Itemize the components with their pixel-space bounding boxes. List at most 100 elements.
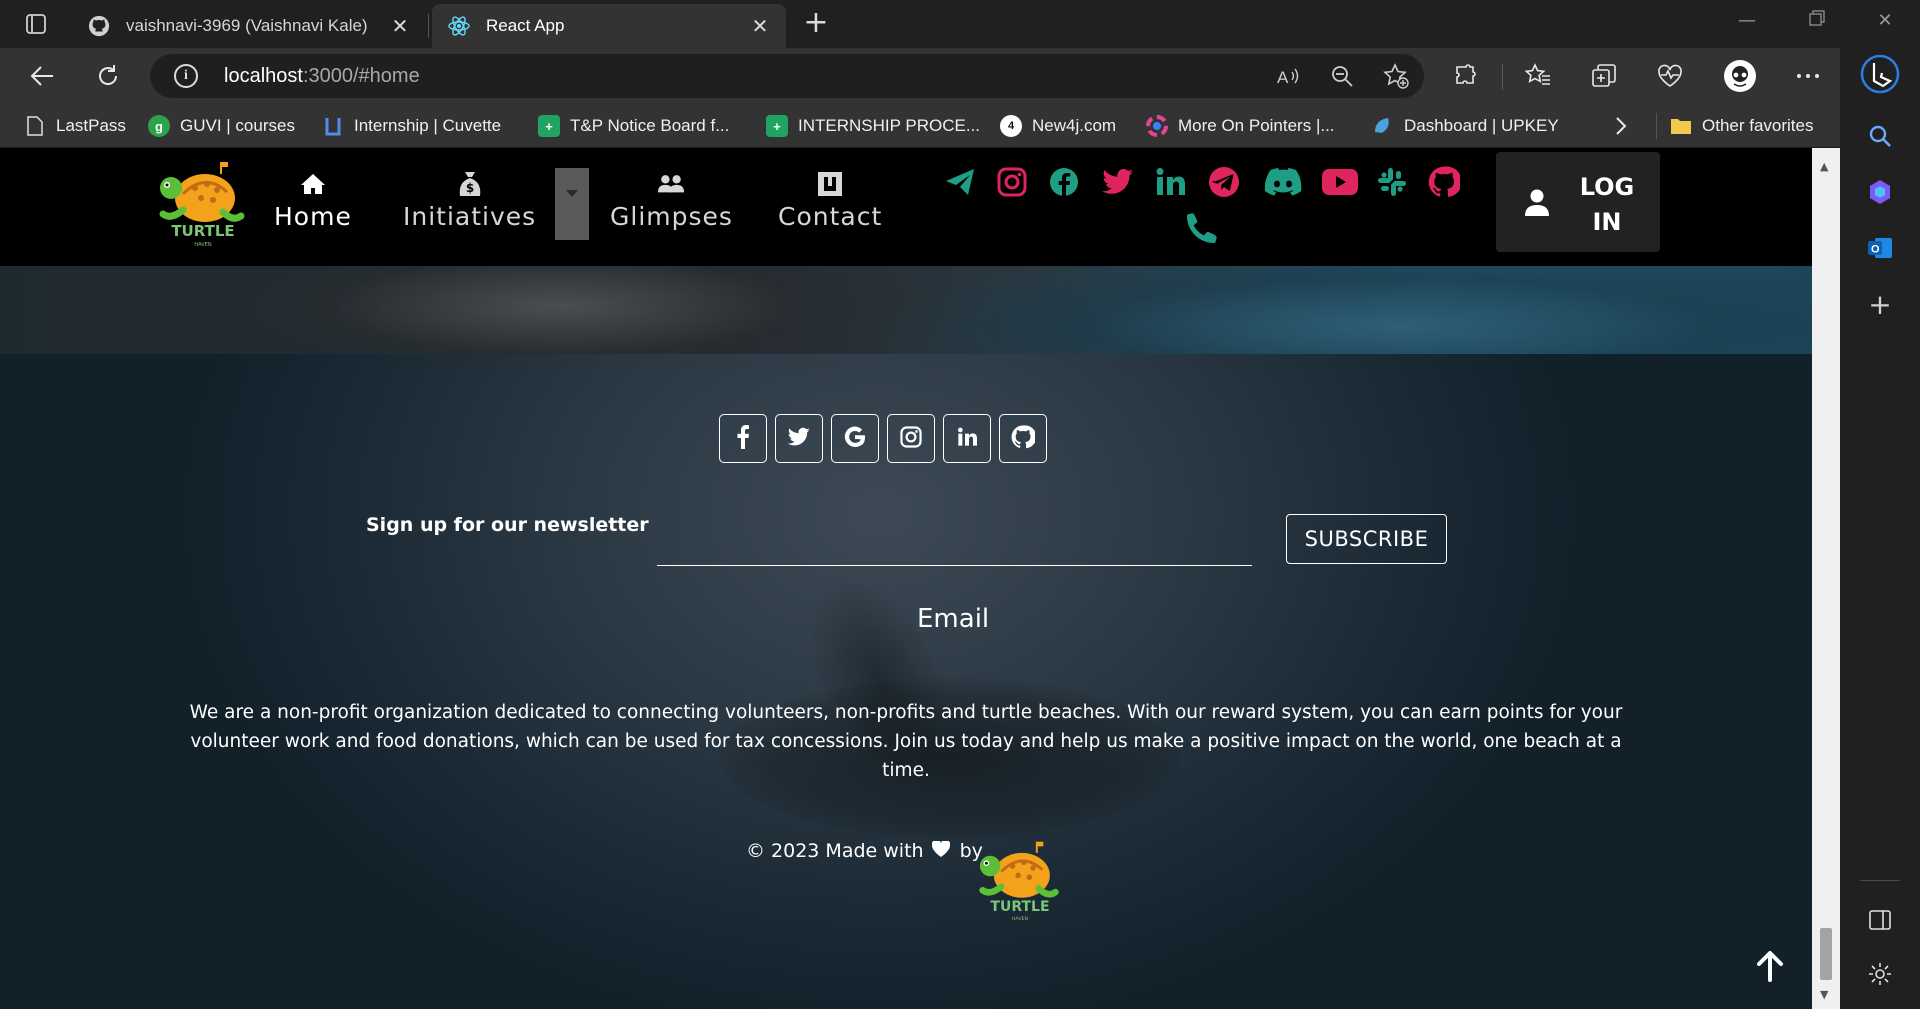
page-viewport: TURTLE HAVEN Home $ Initiatives Glimpses [0,148,1812,1009]
tab-github[interactable]: vaishnavi-3969 (Vaishnavi Kale) ✕ [72,4,426,48]
bookmark-lastpass[interactable]: LastPass [24,104,126,148]
footer-credit: © 2023 Made with by [746,839,983,862]
footer-github-button[interactable] [999,414,1047,463]
bing-icon[interactable] [1860,54,1900,94]
sidebar-divider [1860,880,1900,881]
read-aloud-icon[interactable]: A [1274,62,1302,90]
refresh-icon[interactable] [90,58,126,94]
url-text[interactable]: localhost:3000/#home [224,65,420,88]
site-info-icon[interactable]: i [174,64,198,88]
bookmark-label: Dashboard | UPKEY [1404,116,1559,135]
discord-icon[interactable] [1262,164,1304,200]
money-bag-icon: $ [456,170,484,198]
bookmark-tnp-notice[interactable]: + T&P Notice Board f... [538,104,729,148]
collections-icon[interactable] [1586,58,1622,94]
instagram-icon[interactable] [994,164,1030,200]
credit-prefix: © 2023 Made with [746,840,924,862]
edge-sidebar: O + [1840,48,1920,1009]
scroll-up-arrow-icon[interactable]: ▲ [1820,160,1828,173]
browser-essentials-icon[interactable] [1652,58,1688,94]
add-favorite-icon[interactable] [1382,62,1410,90]
bookmark-cuvette[interactable]: Internship | Cuvette [322,104,501,148]
footer-social-row [719,414,1047,463]
back-icon[interactable] [24,58,60,94]
youtube-icon[interactable] [1320,164,1360,200]
nav-label: Contact [778,202,883,231]
hide-sidebar-icon[interactable] [1860,900,1900,940]
add-sidebar-app-icon[interactable]: + [1860,284,1900,324]
bookmark-upkey[interactable]: Dashboard | UPKEY [1372,104,1559,148]
bookmarks-bar: LastPass g GUVI | courses Internship | C… [0,104,1840,148]
footer-google-button[interactable] [831,414,879,463]
bookmark-new4j[interactable]: 4 New4j.com [1000,104,1116,148]
profile-avatar[interactable] [1722,58,1758,94]
github-icon[interactable] [1426,164,1462,200]
bookmark-label: Internship | Cuvette [354,116,502,135]
nav-contact[interactable]: Contact [778,170,882,231]
favorites-icon[interactable] [1520,58,1556,94]
heart-icon [931,839,950,862]
react-icon [446,13,472,39]
close-tab-icon[interactable]: ✕ [748,14,772,39]
close-window-icon[interactable]: ✕ [1862,10,1908,38]
address-bar[interactable]: i localhost:3000/#home A [150,54,1424,98]
login-button[interactable]: LOG IN [1496,152,1660,252]
phone-icon[interactable] [1184,210,1220,246]
close-tab-icon[interactable]: ✕ [388,14,412,39]
more-icon[interactable] [1790,58,1826,94]
bookmark-guvi[interactable]: g GUVI | courses [148,104,295,148]
search-icon[interactable] [1860,116,1900,156]
bookmark-other-favorites[interactable]: Other favorites [1670,104,1814,148]
bookmark-label: New4j.com [1032,116,1117,135]
guvi-icon: g [148,115,170,137]
zoom-icon[interactable] [1328,62,1356,90]
more-bookmarks-chevron-icon[interactable] [1614,104,1628,148]
tab-actions-icon[interactable] [18,6,54,42]
footer-facebook-button[interactable] [719,414,767,463]
bookmark-pointers[interactable]: More On Pointers |... [1146,104,1335,148]
copilot-icon[interactable] [1860,172,1900,212]
page-scrollbar[interactable]: ▲ ▼ [1812,148,1840,1009]
telegram-icon[interactable] [1206,164,1242,200]
linkedin-icon[interactable] [1152,164,1188,200]
scroll-down-arrow-icon[interactable]: ▼ [1820,988,1828,1001]
tab-react-app[interactable]: React App ✕ [432,4,786,48]
extensions-icon[interactable] [1448,58,1484,94]
user-icon [1524,188,1550,220]
nav-label: Initiatives [403,202,537,231]
nav-initiatives[interactable]: $ Initiatives [403,170,536,231]
twitter-icon[interactable] [1100,164,1136,200]
browser-toolbar: i localhost:3000/#home A [0,48,1840,104]
outlook-icon[interactable]: O [1860,228,1900,268]
svg-text:O: O [1871,244,1880,256]
turtle-haven-logo[interactable]: TURTLE HAVEN [155,158,251,248]
settings-gear-icon[interactable] [1860,954,1900,994]
minimize-icon[interactable]: — [1724,10,1770,38]
facebook-icon [736,424,750,453]
bookmark-label: LastPass [56,116,126,135]
email-field-label: Email [917,604,990,634]
instagram-icon [900,425,922,452]
nav-glimpses[interactable]: Glimpses [610,170,733,231]
scrollbar-thumb[interactable] [1820,928,1832,980]
scroll-to-top-arrow-icon[interactable] [1752,948,1788,984]
contact-card-icon [816,170,844,198]
telegram-send-icon[interactable] [942,164,978,200]
footer-twitter-button[interactable] [775,414,823,463]
subscribe-button[interactable]: SUBSCRIBE [1286,514,1447,564]
bookmark-label: GUVI | courses [180,116,295,135]
svg-text:TURTLE: TURTLE [171,222,234,240]
restore-icon[interactable] [1794,10,1840,38]
twitter-icon [787,427,811,451]
bookmark-internship-process[interactable]: + INTERNSHIP PROCE... [766,104,980,148]
tab-separator [428,14,429,38]
slack-icon[interactable] [1374,164,1410,200]
facebook-icon[interactable] [1046,164,1082,200]
new-tab-icon[interactable]: + [800,8,832,40]
footer-instagram-button[interactable] [887,414,935,463]
initiatives-dropdown-toggle[interactable] [555,168,589,240]
nav-home[interactable]: Home [274,170,352,231]
footer-linkedin-button[interactable] [943,414,991,463]
users-icon [657,170,685,198]
email-input[interactable] [657,508,1252,566]
